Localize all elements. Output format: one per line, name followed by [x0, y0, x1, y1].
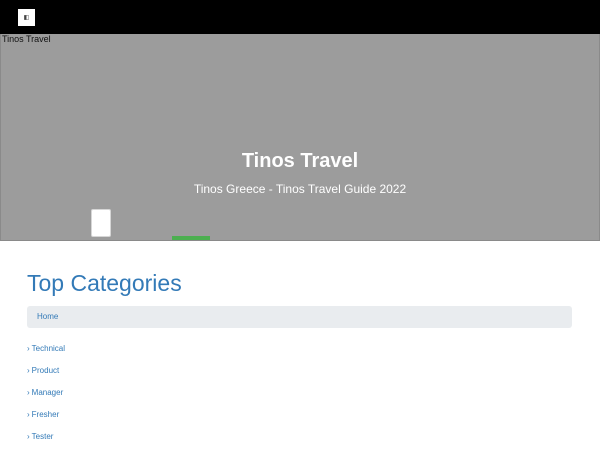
category-item-fresher: › Fresher: [27, 409, 65, 431]
hero-title: Tinos Travel: [241, 150, 359, 172]
hero-accent-bar: [172, 236, 210, 240]
site-logo[interactable]: ◧: [18, 9, 35, 26]
category-link[interactable]: Technical: [32, 343, 65, 355]
hero-subtitle: Tinos Greece - Tinos Travel Guide 2022: [193, 182, 407, 196]
chevron-right-icon: ›: [27, 432, 30, 441]
chevron-right-icon: ›: [27, 344, 30, 353]
category-link[interactable]: Manager: [32, 387, 64, 399]
chevron-right-icon: ›: [27, 388, 30, 397]
category-item-technical: › Technical: [27, 343, 65, 365]
category-list: › Technical › Product › Manager › Freshe…: [27, 343, 65, 450]
category-link[interactable]: Fresher: [32, 409, 60, 421]
hero-image-alt-text: Tinos Travel: [2, 34, 51, 44]
top-navbar: ◧: [0, 0, 600, 34]
chevron-right-icon: ›: [27, 366, 30, 375]
breadcrumb-home-link[interactable]: Home: [37, 312, 58, 322]
section-title: Top Categories: [27, 270, 182, 296]
category-link[interactable]: Product: [32, 365, 60, 377]
category-item-tester: › Tester: [27, 431, 65, 450]
chevron-right-icon: ›: [27, 410, 30, 419]
breadcrumb: Home: [27, 306, 572, 328]
category-item-product: › Product: [27, 365, 65, 387]
hero-banner: Tinos Travel Tinos Travel Tinos Greece -…: [0, 34, 600, 241]
category-item-manager: › Manager: [27, 387, 65, 409]
logo-icon: ◧: [23, 14, 30, 21]
hero-thumbnail-card[interactable]: [91, 209, 111, 237]
category-link[interactable]: Tester: [32, 431, 54, 443]
